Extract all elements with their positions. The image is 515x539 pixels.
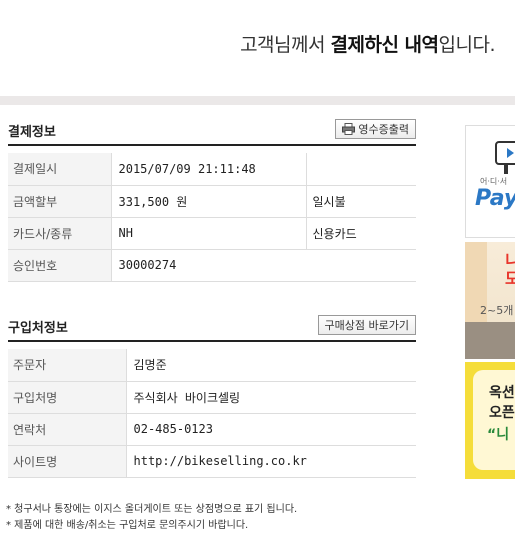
receipt-print-label: 영수증출력 — [358, 123, 409, 136]
table-row: 카드사/종류 NH 신용카드 — [8, 217, 416, 250]
purchase-row-label: 주문자 — [8, 349, 127, 382]
ad-banner-promo[interactable]: 니 모 2~5개 — [465, 242, 515, 359]
table-row: 연락처 02-485-0123 — [8, 413, 416, 446]
table-row: 금액할부 331,500 원 일시불 — [8, 185, 416, 218]
purchase-row-label: 연락처 — [8, 413, 127, 446]
ad3-line3: “니 — [487, 427, 510, 443]
table-row: 승인번호 30000274 — [8, 249, 416, 282]
printer-icon — [342, 123, 356, 135]
ad2-bottom-band — [465, 322, 515, 359]
purchase-row-value: 02-485-0123 — [126, 413, 416, 446]
payment-row-label: 금액할부 — [8, 185, 112, 218]
purchase-row-value: http://bikeselling.co.kr — [126, 445, 416, 478]
payment-row-label: 카드사/종류 — [8, 217, 112, 250]
payment-section-title: 결제정보 — [8, 125, 56, 140]
purchase-row-label: 구입처명 — [8, 381, 127, 414]
page-title-bold: 결제하신 내역 — [330, 34, 440, 56]
ad2-big-text: 니 모 — [505, 251, 515, 288]
table-row: 주문자 김명준 — [8, 349, 416, 382]
payment-row-extra: 신용카드 — [305, 217, 416, 250]
page-title: 고객님께서 결제하신 내역입니다. — [240, 30, 495, 57]
payment-row-value: 2015/07/09 21:11:48 — [111, 153, 306, 186]
purchase-section-title: 구입처정보 — [8, 321, 68, 336]
payment-section-header: 결제정보 영수증출력 — [8, 119, 416, 146]
page-title-part1: 고객님께서 — [240, 34, 331, 56]
purchase-row-value: 김명준 — [126, 349, 416, 382]
ad-banner-payment[interactable]: 어·디·서 Pay — [465, 125, 515, 238]
payment-row-label: 결제일시 — [8, 153, 112, 186]
payment-row-extra: 일시불 — [305, 185, 416, 218]
payment-row-value: NH — [111, 217, 306, 250]
receipt-print-button[interactable]: 영수증출력 — [335, 119, 416, 139]
notice-line: * 제품에 대한 배송/취소는 구입처로 문의주시기 바랍니다. — [6, 520, 249, 531]
header-divider-band — [0, 96, 515, 105]
ad1-big-text: Pay — [475, 186, 515, 211]
purchase-row-label: 사이트명 — [8, 445, 127, 478]
ad-banner-auction[interactable]: 옥션 오픈 “니 — [465, 362, 515, 479]
payment-info-table: 결제일시 2015/07/09 21:11:48 금액할부 331,500 원 … — [8, 153, 416, 282]
purchase-section-header: 구입처정보 구매상점 바로가기 — [8, 315, 416, 342]
go-to-shop-button[interactable]: 구매상점 바로가기 — [317, 315, 416, 335]
ad3-line1: 옥션 — [489, 385, 515, 401]
purchase-info-table: 주문자 김명준 구입처명 주식회사 바이크셀링 연락처 02-485-0123 … — [8, 349, 416, 478]
page-title-part2: 입니다. — [438, 34, 496, 56]
table-row: 구입처명 주식회사 바이크셀링 — [8, 381, 416, 414]
notice-line: * 청구서나 통장에는 이지스 올더게이트 또는 상점명으로 표기 됩니다. — [6, 504, 298, 515]
notice-text: * 청구서나 통장에는 이지스 올더게이트 또는 상점명으로 표기 됩니다. *… — [6, 502, 297, 534]
payment-row-extra — [305, 153, 416, 186]
payment-row-value: 30000274 — [111, 249, 416, 282]
purchase-row-value: 주식회사 바이크셀링 — [126, 381, 416, 414]
card-reader-icon — [495, 141, 515, 174]
payment-row-value: 331,500 원 — [111, 185, 306, 218]
table-row: 결제일시 2015/07/09 21:11:48 — [8, 153, 416, 186]
ad2-small-text: 2~5개 — [480, 304, 514, 317]
ad3-line2: 오픈 — [489, 405, 515, 421]
table-row: 사이트명 http://bikeselling.co.kr — [8, 445, 416, 478]
payment-row-label: 승인번호 — [8, 249, 112, 282]
